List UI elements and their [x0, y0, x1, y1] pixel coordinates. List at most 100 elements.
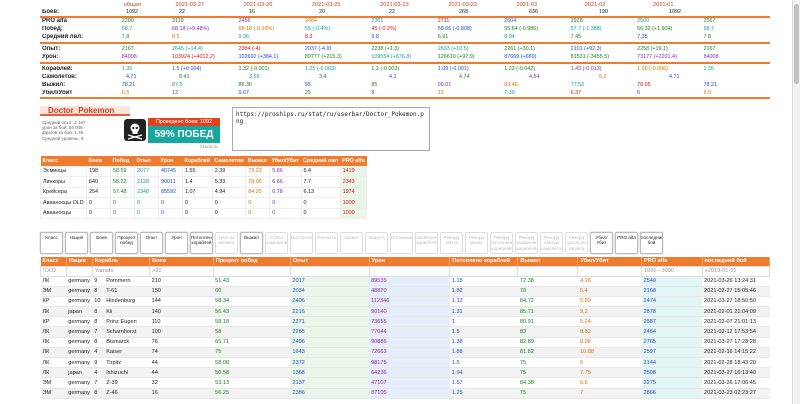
column-toggle-button[interactable]: Опыт: [140, 232, 163, 254]
overview-cell: 2384 (-4): [238, 46, 261, 52]
column-toggle-button[interactable]: Выстрелов: [290, 232, 313, 254]
ships-table-cell: 4.26: [577, 276, 642, 287]
ship-cell-value: ЛК: [42, 359, 50, 366]
class-table-header[interactable]: Убил/Убит: [269, 156, 302, 166]
ships-table-header[interactable]: Процент побед: [213, 257, 291, 266]
ship-cell-value: 2021-03-26 13:24:31: [704, 278, 756, 285]
column-toggle-button[interactable]: Боев: [90, 232, 113, 254]
class-table-header[interactable]: Боев: [86, 156, 111, 166]
column-toggle-button[interactable]: Выжил: [240, 232, 263, 254]
column-toggle-button[interactable]: Процент побед: [115, 232, 138, 254]
column-toggle-button[interactable]: последний бой: [640, 232, 663, 254]
column-filter-input[interactable]: >20: [152, 268, 162, 274]
column-toggle-button[interactable]: Защита: [365, 232, 388, 254]
ships-table-header[interactable]: Корабль: [92, 257, 151, 266]
class-table-header[interactable]: Самолетов: [212, 156, 246, 166]
ship-name[interactable]: Ishizuchi: [106, 370, 128, 376]
ships-table-header[interactable]: Потоплено кораблей: [449, 257, 519, 266]
ship-name[interactable]: Z-46: [106, 390, 118, 396]
ship-cell-value: 76: [151, 339, 158, 346]
ship-cell-value: 56.25: [215, 390, 230, 397]
ships-table-row[interactable]: КР germany 8 Prinz Eugen 110 58.18 2271 73655 1 8…: [40, 316, 770, 328]
ships-table-row[interactable]: ЛК germany 8 Bismarck 76 65.71 2496 90886 1.38 82…: [40, 337, 770, 348]
ship-name[interactable]: Bismarck: [106, 339, 129, 345]
ships-table-row[interactable]: ЛК germany 4 Kaiser 74 75 1643 72663 1.88 81.82 10…: [40, 347, 770, 359]
class-table-header[interactable]: Побед: [110, 156, 135, 166]
ships-table-row[interactable]: ЛК japan 8 Kii 140 56.43 2216 90140 1.31 85.71 9.2…: [40, 306, 770, 318]
ships-table-cell: 1.38: [449, 337, 518, 348]
column-toggle-button[interactable]: Урон: [165, 232, 188, 254]
ship-name[interactable]: Hindenburg: [106, 298, 135, 304]
ships-table-row[interactable]: ЛК japan 4 Ishizuchi 44 50.58 1368 64236 1.94 75 7…: [40, 367, 770, 379]
column-toggle-button[interactable]: Рекорд потопленных кораблей: [490, 232, 513, 254]
column-toggle-button[interactable]: Захвачено кораблей: [415, 232, 438, 254]
ships-table-row[interactable]: ЛК germany 9 Pommern 210 51.43 2017 89535 1.18 72…: [40, 276, 770, 287]
ship-name[interactable]: Kii: [106, 309, 112, 315]
column-filter-input[interactable]: 1000 - 3000: [644, 268, 674, 274]
ships-table-row[interactable]: КР germany 10 Hindenburg 144 58.34 2406 112346 1…: [40, 296, 770, 308]
ship-name[interactable]: Z-39: [106, 380, 118, 386]
ship-tier: 8: [94, 288, 98, 295]
ships-table-cell: ЭМ: [40, 388, 67, 399]
ship-name[interactable]: Tirpitz: [106, 360, 121, 366]
ship-cell-value: 1368: [292, 369, 305, 376]
column-toggle-button[interactable]: Рекорд урона по засвету: [565, 232, 588, 254]
ships-table-row[interactable]: ЭМ germany 8 T-61 150 60 2034 48870 1.82 70 5.4 216…: [40, 286, 770, 297]
column-toggle-button[interactable]: Нация: [65, 232, 88, 254]
vertical-scrollbar[interactable]: [792, 0, 800, 404]
column-toggle-button[interactable]: Потанкиванье: [390, 232, 413, 254]
class-table-header[interactable]: Выжил: [245, 156, 270, 166]
overview-cell: 9.67: [238, 90, 249, 96]
ships-table-row[interactable]: ЭМ germany 7 Z-39 32 53.13 2137 47107 1.57 84.38 6…: [40, 377, 770, 389]
ships-table-row[interactable]: ЛК germany 7 Scharnhorst 100 58 2285 77044 1.5 83…: [40, 326, 770, 338]
class-table-cell: 1.55: [182, 165, 213, 177]
ship-cell-value: 2021-03-27 17:28:28: [704, 339, 756, 346]
class-table-header[interactable]: Кораблей: [182, 156, 213, 166]
ship-cell-value: 4.26: [579, 278, 591, 285]
ships-table-header[interactable]: Урон: [369, 257, 451, 266]
scrollbar-thumb[interactable]: [794, 4, 799, 84]
ship-name[interactable]: Prinz Eugen: [106, 319, 136, 325]
ships-table-header[interactable]: Опыт: [290, 257, 370, 266]
ship-name[interactable]: Pommern: [106, 278, 130, 284]
overview-cell: 57.7 (-1.388): [570, 26, 602, 32]
class-table-header[interactable]: PRO alfa: [340, 156, 367, 166]
column-toggle-button[interactable]: Потоплено кораблей: [190, 232, 213, 254]
class-table-header[interactable]: Средний лвл: [301, 156, 341, 166]
column-toggle-button[interactable]: Рекорд опыта: [440, 232, 463, 254]
ship-name[interactable]: T-61: [106, 288, 117, 294]
column-toggle-button[interactable]: Сбито самолетов: [265, 232, 288, 254]
column-filter-input[interactable]: >2019-01-01: [705, 268, 737, 274]
column-toggle-button[interactable]: Урон по засвету: [215, 232, 238, 254]
overview-row-label: Убил/Убит: [42, 90, 73, 96]
ship-cell-value: 98175: [371, 359, 387, 366]
ships-table-header[interactable]: последний бой: [702, 257, 771, 266]
column-toggle-button[interactable]: Класс: [40, 232, 63, 254]
ships-table-row[interactable]: ЭМ germany 8 Z-46 16 56.25 2386 87105 1.25 75 7 286…: [40, 388, 770, 399]
column-toggle-button[interactable]: Убил/Убит: [590, 232, 613, 254]
column-toggle-button[interactable]: PRO alfa: [615, 232, 638, 254]
column-filter-input[interactable]: !OLD: [43, 268, 56, 274]
class-table-header[interactable]: Класс: [40, 156, 87, 166]
ship-cell-value: 70: [519, 288, 527, 295]
column-toggle-button[interactable]: Рекорд захваченных кораблей: [515, 232, 538, 254]
ships-table-cell: 48870: [369, 286, 450, 297]
column-filter-input[interactable]: Yamato: [95, 268, 114, 274]
column-toggle-button[interactable]: Рекорд урона: [465, 232, 488, 254]
class-table-header[interactable]: Урон: [158, 156, 183, 166]
ships-table-header[interactable]: Класс: [40, 257, 67, 266]
column-toggle-button[interactable]: Точность: [315, 232, 338, 254]
ship-tier: 8: [94, 390, 98, 397]
userbar-url-textarea[interactable]: https://proships.ru/stat/ru/userbar/Doct…: [232, 107, 430, 151]
ships-table-header[interactable]: Нация: [66, 257, 93, 266]
ship-name[interactable]: Kaiser: [106, 349, 122, 355]
column-toggle-button[interactable]: Рекорд сбитых самолетов: [540, 232, 563, 254]
ships-table-header[interactable]: Убил/Убит: [577, 257, 642, 266]
column-toggle-button[interactable]: Захват: [340, 232, 363, 254]
ship-name[interactable]: Scharnhorst: [106, 329, 136, 335]
ships-table-row[interactable]: ЛК germany 9 Tirpitz 44 58.08 2372 98175 1.5 75 6 3…: [40, 357, 770, 369]
class-table-header[interactable]: Опыт: [134, 156, 159, 166]
ships-table-header[interactable]: Боев: [149, 257, 214, 266]
ships-table-header[interactable]: PRO alfa: [641, 257, 703, 266]
ships-table-header[interactable]: Выжил: [517, 257, 579, 266]
